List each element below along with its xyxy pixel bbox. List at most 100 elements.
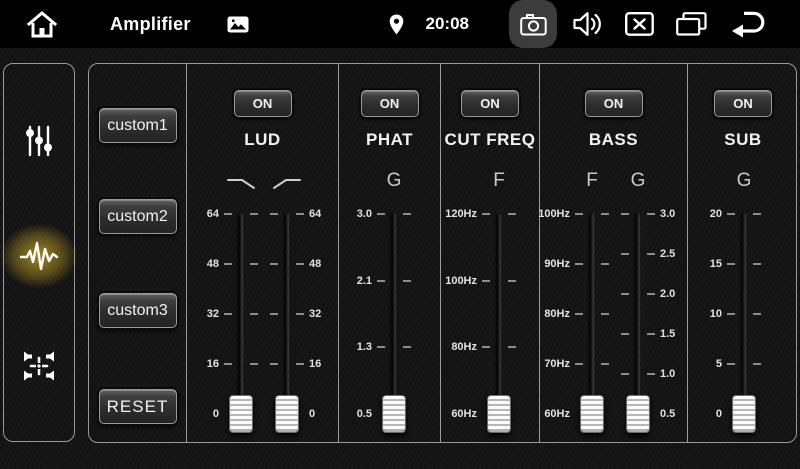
cutfreq-band-label: F [477, 170, 521, 192]
back-icon[interactable] [729, 9, 768, 39]
reset-button[interactable]: RESET [99, 389, 177, 424]
scale-tick [224, 363, 232, 365]
phat-on-button[interactable]: ON [361, 90, 419, 117]
status-bar: Amplifier 20:08 [0, 0, 800, 48]
cutfreq-fader-handle-0[interactable] [487, 395, 511, 433]
scale-tick [508, 280, 516, 282]
location-icon[interactable] [389, 14, 404, 35]
scale-tick [250, 213, 258, 215]
sidebar [3, 63, 75, 442]
scale-tick [377, 346, 385, 348]
volume-icon[interactable] [573, 11, 603, 37]
scale-label: 20 [672, 209, 722, 220]
scale-tick [575, 313, 583, 315]
scale-tick [621, 293, 629, 295]
scale-tick [403, 213, 411, 215]
scale-tick [753, 363, 761, 365]
scale-tick [224, 213, 232, 215]
channel-sub: ONSUBG20151050 [687, 64, 798, 442]
sub-fader-handle-0[interactable] [732, 395, 756, 433]
scale-label: 10 [672, 309, 722, 320]
scale-label: 15 [672, 259, 722, 270]
preset-custom1-button[interactable]: custom1 [99, 108, 177, 143]
scale-label: 2.1 [322, 276, 372, 287]
page-title: Amplifier [110, 14, 191, 35]
scale-label: 64 [169, 209, 219, 220]
scale-tick [727, 363, 735, 365]
waveform-icon [19, 239, 59, 273]
scale-tick [508, 346, 516, 348]
preset-custom2-button[interactable]: custom2 [99, 199, 177, 234]
scale-tick [601, 263, 609, 265]
scale-label: 90Hz [520, 259, 570, 270]
sidebar-item-mixer[interactable] [15, 119, 63, 163]
scale-label: 100Hz [520, 209, 570, 220]
lud-on-button[interactable]: ON [234, 90, 292, 117]
phat-fader-handle-0[interactable] [382, 395, 406, 433]
sub-on-button[interactable]: ON [714, 90, 772, 117]
lud-fader-track-0[interactable] [239, 214, 242, 416]
lud-fader-track-1[interactable] [285, 214, 288, 416]
gallery-icon[interactable] [227, 16, 249, 33]
scale-tick [621, 373, 629, 375]
scale-label: 70Hz [520, 359, 570, 370]
scale-tick [482, 213, 490, 215]
scale-label: 3.0 [322, 209, 372, 220]
scale-label: 0 [672, 409, 722, 420]
bass-fader-handle-1[interactable] [626, 395, 650, 433]
clock: 20:08 [426, 14, 469, 34]
bass-on-button[interactable]: ON [585, 90, 643, 117]
scale-tick [601, 213, 609, 215]
scale-tick [296, 263, 304, 265]
sidebar-item-speakers[interactable] [15, 344, 63, 388]
bass-fader-handle-0[interactable] [580, 395, 604, 433]
scale-tick [575, 263, 583, 265]
scale-label: 120Hz [427, 209, 477, 220]
bass-band-label: F [570, 170, 614, 192]
sliders-icon [22, 124, 56, 158]
camera-button[interactable] [509, 0, 557, 48]
scale-tick [621, 253, 629, 255]
preset-custom3-button[interactable]: custom3 [99, 293, 177, 328]
scale-tick [753, 213, 761, 215]
scale-label: 60Hz [520, 409, 570, 420]
lud-fader-handle-1[interactable] [275, 395, 299, 433]
bass-band-label: G [616, 170, 660, 192]
scale-label: 5 [672, 359, 722, 370]
channel-title: PHAT [339, 130, 440, 150]
channel-title: CUT FREQ [441, 130, 539, 150]
scale-tick [250, 313, 258, 315]
scale-tick [647, 213, 655, 215]
phat-fader-track-0[interactable] [392, 214, 395, 416]
sidebar-item-equalizer[interactable] [15, 234, 63, 278]
cutfreq-on-button[interactable]: ON [461, 90, 519, 117]
channel-cutfreq: ONCUT FREQF120Hz100Hz80Hz60Hz [440, 64, 539, 442]
cutfreq-fader-track-0[interactable] [497, 214, 500, 416]
scale-tick [753, 313, 761, 315]
scale-tick [270, 313, 278, 315]
scale-tick [727, 213, 735, 215]
sub-band-label: G [722, 170, 766, 192]
bass-fader-track-0[interactable] [590, 214, 593, 416]
close-icon[interactable] [625, 12, 654, 36]
scale-tick [250, 363, 258, 365]
channel-title: BASS [540, 130, 687, 150]
scale-tick [508, 213, 516, 215]
lud-fader-handle-0[interactable] [229, 395, 253, 433]
scale-tick [575, 363, 583, 365]
phat-band-label: G [372, 170, 416, 192]
scale-label: 16 [169, 359, 219, 370]
recents-icon[interactable] [676, 12, 707, 36]
camera-icon [520, 13, 547, 36]
channel-title: LUD [187, 130, 338, 150]
scale-tick [377, 280, 385, 282]
scale-tick [647, 333, 655, 335]
channel-lud: ONLUD644832160644832160 [186, 64, 338, 442]
shelf-down-icon [226, 176, 256, 191]
home-icon[interactable] [26, 9, 58, 39]
sub-fader-track-0[interactable] [742, 214, 745, 416]
scale-label: 80Hz [427, 342, 477, 353]
shelf-up-icon [272, 176, 302, 191]
bass-fader-track-1[interactable] [636, 214, 639, 416]
scale-tick [224, 263, 232, 265]
